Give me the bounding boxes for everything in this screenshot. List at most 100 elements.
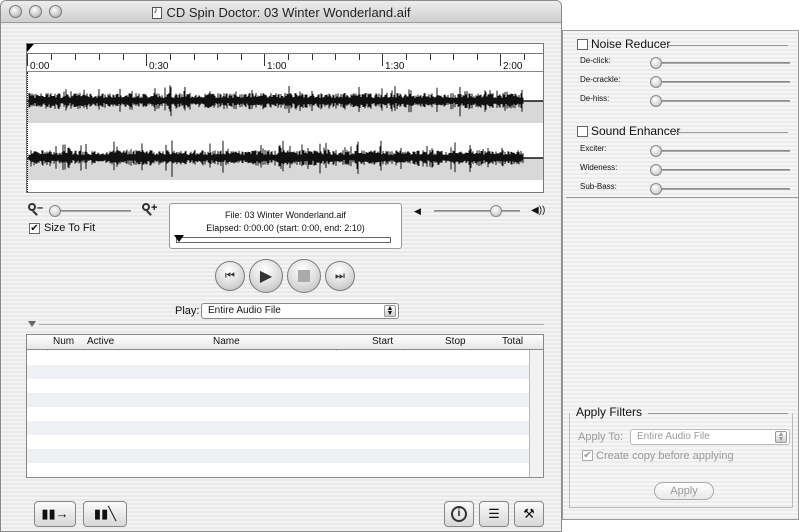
waveform-arrow-icon: ▮▮→ [41, 506, 69, 521]
play-range-select[interactable]: Entire Audio File ▲ ▼ [201, 303, 399, 319]
info-icon: i [451, 506, 467, 522]
table-row[interactable] [27, 379, 543, 393]
column-header-start[interactable]: Start [372, 336, 393, 347]
import-tracks-button[interactable]: ▮▮→ [34, 501, 76, 527]
create-copy-label: Create copy before applying [596, 450, 734, 462]
zoom-in-icon[interactable]: + [142, 202, 157, 217]
sub-bass-slider-thumb[interactable] [650, 183, 662, 195]
right-channel-waveform [27, 136, 543, 180]
playback-info-box: File: 03 Winter Wonderland.aif Elapsed: … [169, 203, 402, 249]
table-row[interactable] [27, 435, 543, 449]
column-header-active[interactable]: Active [87, 336, 114, 347]
de-crackle-slider[interactable] [650, 76, 790, 88]
group-border [676, 132, 788, 133]
sliders-icon: ☰ [488, 506, 500, 521]
apply-button[interactable]: Apply [654, 482, 714, 500]
window-title-area: CD Spin Doctor: 03 Winter Wonderland.aif [1, 5, 561, 20]
audio-file-icon [151, 5, 162, 19]
apply-to-select[interactable]: Entire Audio File ▲ ▼ [630, 429, 790, 445]
window-title: CD Spin Doctor: 03 Winter Wonderland.aif [166, 5, 411, 20]
exciter-slider-thumb[interactable] [650, 145, 662, 157]
time-label: 2:00 [503, 61, 523, 72]
table-row[interactable] [27, 463, 543, 477]
wideness-slider[interactable] [650, 164, 790, 176]
track-table[interactable]: Num Active Name Start Stop Total [26, 334, 544, 478]
noise-reducer-checkbox[interactable] [577, 39, 588, 50]
de-hiss-label: De-hiss: [580, 94, 610, 103]
split-tracks-button[interactable]: ▮▮╲ [83, 501, 127, 527]
table-header: Num Active Name Start Stop Total [27, 335, 543, 350]
table-row[interactable] [27, 365, 543, 379]
progress-bar[interactable] [176, 237, 391, 243]
de-click-slider-thumb[interactable] [650, 57, 662, 69]
speaker-low-icon: ◀ [414, 206, 421, 216]
column-header-num[interactable]: Num [53, 336, 74, 347]
play-button[interactable]: ▶ [249, 259, 283, 293]
de-click-label: De-click: [580, 56, 611, 65]
info-button[interactable]: i [444, 501, 474, 527]
sub-bass-slider[interactable] [650, 183, 790, 195]
time-label: 0:00 [30, 61, 50, 72]
time-label: 1:30 [385, 61, 405, 72]
exciter-slider[interactable] [650, 145, 790, 157]
size-to-fit-checkbox[interactable]: ✔ [29, 223, 40, 234]
selection-start-line [27, 72, 28, 192]
file-name-text: File: 03 Winter Wonderland.aif [225, 210, 346, 220]
table-row[interactable] [27, 421, 543, 435]
rewind-button[interactable]: ⏮ [215, 261, 245, 291]
waveform-view[interactable]: 0:00 0:30 1:00 1:30 2:00 [26, 43, 544, 193]
title-bar[interactable]: CD Spin Doctor: 03 Winter Wonderland.aif [1, 1, 561, 23]
stop-button[interactable] [287, 259, 321, 293]
time-label: 0:30 [149, 61, 169, 72]
play-label: Play: [175, 305, 200, 317]
group-border [667, 45, 788, 46]
fast-forward-button[interactable]: ⏭ [325, 261, 355, 291]
table-row[interactable] [27, 351, 543, 365]
zoom-slider-thumb[interactable] [49, 205, 61, 217]
progress-marker[interactable] [174, 235, 184, 242]
left-channel-waveform [27, 79, 543, 123]
create-copy-checkbox[interactable]: ✔ [582, 450, 593, 461]
play-icon: ▶ [259, 268, 273, 285]
zoom-slider[interactable] [49, 205, 131, 217]
burn-button[interactable]: ⚒ [514, 501, 544, 527]
table-row[interactable] [27, 393, 543, 407]
time-label: 1:00 [267, 61, 287, 72]
de-hiss-slider-thumb[interactable] [650, 95, 662, 107]
updown-arrows-icon: ▲ ▼ [775, 431, 787, 443]
separator [39, 324, 544, 325]
column-header-stop[interactable]: Stop [445, 336, 466, 347]
sound-enhancer-title: Sound Enhancer [591, 124, 681, 138]
size-to-fit-label: Size To Fit [44, 222, 96, 234]
playhead-track[interactable] [27, 44, 543, 54]
sound-enhancer-checkbox[interactable] [577, 126, 588, 137]
de-crackle-slider-thumb[interactable] [650, 76, 662, 88]
elapsed-text: Elapsed: 0:00.00 (start: 0:00, end: 2:10… [206, 223, 365, 233]
zoom-out-icon[interactable]: – [28, 202, 43, 217]
de-hiss-slider[interactable] [650, 95, 790, 107]
de-crackle-label: De-crackle: [580, 75, 621, 84]
section-divider [566, 197, 799, 198]
table-scrollbar[interactable] [529, 350, 543, 477]
disclosure-triangle-icon[interactable] [28, 321, 36, 327]
sub-bass-label: Sub-Bass: [580, 182, 617, 191]
stop-icon [298, 270, 310, 282]
table-row[interactable] [27, 407, 543, 421]
fast-forward-icon: ⏭ [335, 269, 345, 282]
de-click-slider[interactable] [650, 57, 790, 69]
updown-arrows-icon: ▲ ▼ [384, 305, 396, 317]
apply-to-label: Apply To: [578, 431, 624, 443]
filters-button[interactable]: ☰ [479, 501, 509, 527]
waveform-wand-icon: ▮▮╲ [93, 506, 117, 521]
volume-slider-thumb[interactable] [490, 205, 503, 217]
play-range-value: Entire Audio File [208, 305, 281, 316]
table-row[interactable] [27, 449, 543, 463]
column-header-total[interactable]: Total [502, 336, 523, 347]
column-header-name[interactable]: Name [213, 336, 240, 347]
main-window: CD Spin Doctor: 03 Winter Wonderland.aif… [0, 0, 562, 532]
time-ruler: 0:00 0:30 1:00 1:30 2:00 [27, 54, 543, 72]
wideness-slider-thumb[interactable] [650, 164, 662, 176]
volume-slider[interactable] [434, 205, 520, 217]
exciter-label: Exciter: [580, 144, 607, 153]
playhead-marker[interactable] [27, 44, 34, 52]
